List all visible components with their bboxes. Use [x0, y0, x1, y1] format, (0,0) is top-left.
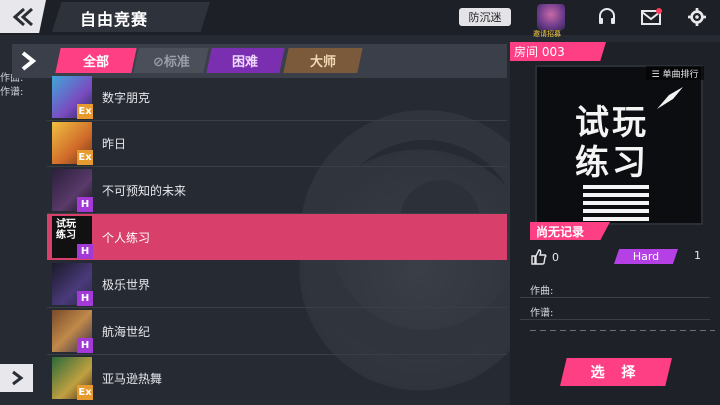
tab-all[interactable]: 全部 [55, 48, 137, 73]
avatar-label: 邀请招募 [533, 30, 561, 38]
song-name: 航海世纪 [102, 325, 151, 339]
song-cover: H [52, 169, 93, 212]
difficulty-badge: Ex [77, 104, 93, 119]
song-list: Ex 数字朋克 Ex 昨日 H 不可预知的未来 试玩 练习 H 个人练习 H 极… [47, 76, 507, 405]
tab-master-label: 大师 [309, 55, 336, 70]
anti-addiction-button[interactable]: 防沉迷 [459, 8, 511, 26]
tab-standard-label: ⊘标准 [152, 55, 190, 70]
like-count: 0 [552, 251, 559, 264]
song-cover: Ex [52, 76, 93, 119]
cover-title-line-2: 练习 [575, 143, 649, 183]
difficulty-level: 1 [694, 249, 701, 262]
song-row[interactable]: H 航海世纪 [47, 308, 507, 355]
tab-hard-label: 困难 [232, 55, 259, 70]
avatar[interactable] [537, 4, 565, 30]
tab-standard[interactable]: ⊘标准 [133, 48, 209, 73]
song-ranking-button[interactable]: ☰ 单曲排行 [646, 66, 704, 80]
song-row[interactable]: Ex 数字朋克 [47, 74, 507, 121]
song-name: 不可预知的未来 [102, 184, 187, 198]
record-status: 尚无记录 [530, 222, 610, 240]
headset-icon[interactable] [597, 8, 617, 26]
difficulty-badge: Ex [77, 385, 93, 400]
difficulty-badge: H [77, 338, 93, 353]
song-cover: Ex [52, 357, 93, 400]
back-icon [12, 7, 33, 26]
composer-label: 作曲: [530, 286, 554, 297]
chart-author-label: 作谱: [530, 308, 554, 319]
notification-dot [656, 8, 662, 14]
thumbs-up-icon [531, 249, 547, 265]
difficulty-badge: H [77, 197, 93, 212]
song-row[interactable]: Ex 昨日 [47, 120, 507, 167]
divider [520, 297, 710, 298]
tab-hard[interactable]: 困难 [206, 48, 285, 73]
song-row[interactable]: H 极乐世界 [47, 261, 507, 308]
song-cover: H [52, 310, 93, 353]
expand-panel-button[interactable] [0, 364, 33, 392]
song-cover: Ex [52, 122, 93, 165]
song-name: 个人练习 [102, 231, 151, 245]
divider [520, 319, 710, 320]
song-name: 昨日 [102, 137, 127, 151]
difficulty-badge: H [77, 244, 93, 259]
song-row[interactable]: Ex 亚马逊热舞 [47, 355, 507, 401]
song-cover: H [52, 263, 93, 306]
chevron-right-icon [11, 370, 23, 386]
difficulty-badge: H [77, 291, 93, 306]
song-name: 数字朋克 [102, 91, 151, 105]
select-button[interactable]: 选 择 [560, 358, 672, 386]
collapsed-chart-label: 作谱: [0, 87, 24, 98]
gear-icon[interactable] [687, 8, 707, 26]
chevron-right-icon[interactable] [17, 50, 39, 72]
page-title: 自由竞赛 [80, 10, 149, 29]
back-button[interactable] [0, 0, 46, 33]
tab-master[interactable]: 大师 [283, 48, 363, 73]
song-name: 亚马逊热舞 [102, 372, 163, 386]
star-icon [657, 87, 683, 109]
song-cover-large: 试玩 练习 [535, 65, 703, 225]
cover-lines [583, 185, 649, 225]
difficulty-label: Hard [614, 249, 678, 264]
song-row-selected[interactable]: 试玩 练习 H 个人练习 [47, 214, 507, 260]
song-name: 极乐世界 [102, 278, 151, 292]
tab-all-label: 全部 [82, 55, 109, 70]
room-label: 房间 003 [510, 42, 606, 61]
dashed-divider [530, 330, 715, 331]
song-cover: 试玩 练习 H [52, 216, 93, 259]
difficulty-badge: Ex [77, 150, 93, 165]
song-cover-text: 试玩 练习 [56, 219, 76, 241]
like-counter[interactable]: 0 [530, 248, 570, 266]
song-row[interactable]: H 不可预知的未来 [47, 167, 507, 214]
